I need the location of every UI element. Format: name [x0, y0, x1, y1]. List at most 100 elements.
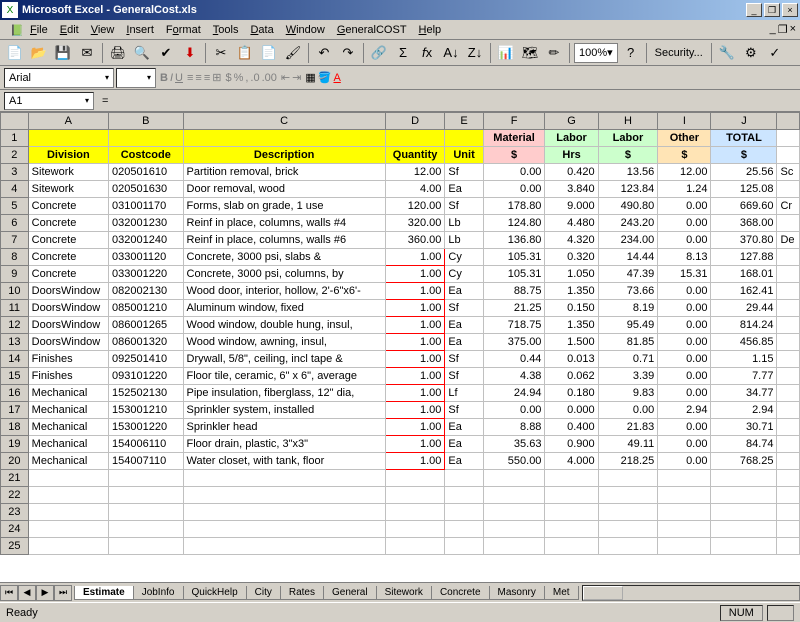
cell[interactable]: 456.85 [711, 334, 777, 351]
row-header[interactable]: 6 [1, 215, 29, 232]
cell[interactable]: De [777, 232, 800, 249]
cell[interactable]: Cy [445, 249, 483, 266]
cell[interactable]: Reinf in place, columns, walls #6 [183, 232, 385, 249]
percent-icon[interactable]: % [234, 72, 244, 84]
cell[interactable]: 35.63 [483, 436, 545, 453]
align-center-icon[interactable]: ≡ [195, 72, 201, 84]
cell[interactable]: 085001210 [109, 300, 184, 317]
cell[interactable] [658, 538, 711, 555]
header-cell[interactable]: Labor [598, 130, 658, 147]
cell[interactable]: Concrete [28, 249, 108, 266]
cell[interactable] [777, 538, 800, 555]
cell[interactable]: 0.00 [658, 453, 711, 470]
cell[interactable]: 0.00 [658, 436, 711, 453]
cell[interactable] [183, 521, 385, 538]
borders-icon[interactable]: ▦ [305, 71, 315, 84]
row-header[interactable]: 23 [1, 504, 29, 521]
cell[interactable]: 153001210 [109, 402, 184, 419]
cell[interactable] [777, 368, 800, 385]
cell[interactable] [598, 470, 658, 487]
sheet-tab[interactable]: Masonry [489, 586, 545, 600]
cell[interactable]: 718.75 [483, 317, 545, 334]
cell[interactable] [109, 538, 184, 555]
cell[interactable] [777, 215, 800, 232]
cell[interactable]: Forms, slab on grade, 1 use [183, 198, 385, 215]
cell[interactable]: 49.11 [598, 436, 658, 453]
header-cell[interactable]: Hrs [545, 147, 598, 164]
sort-desc-icon[interactable]: Z↓ [464, 42, 486, 64]
cell[interactable]: 020501630 [109, 181, 184, 198]
cell[interactable]: 168.01 [711, 266, 777, 283]
sort-asc-icon[interactable]: A↓ [440, 42, 462, 64]
cell[interactable]: 1.00 [385, 368, 445, 385]
cell[interactable]: Concrete [28, 266, 108, 283]
cell[interactable]: 9.000 [545, 198, 598, 215]
tool3-icon[interactable]: ✓ [764, 42, 786, 64]
row-header[interactable]: 25 [1, 538, 29, 555]
cell[interactable] [445, 504, 483, 521]
cell[interactable] [777, 351, 800, 368]
doc-close-button[interactable]: × [790, 23, 796, 36]
cell[interactable] [777, 470, 800, 487]
cell[interactable] [658, 470, 711, 487]
cell[interactable]: 105.31 [483, 249, 545, 266]
cell[interactable]: Wood window, awning, insul, [183, 334, 385, 351]
cell[interactable]: Mechanical [28, 436, 108, 453]
cell[interactable]: Reinf in place, columns, walls #4 [183, 215, 385, 232]
cell[interactable]: 218.25 [598, 453, 658, 470]
cell[interactable]: 0.00 [658, 351, 711, 368]
align-left-icon[interactable]: ≡ [187, 72, 193, 84]
cell[interactable]: Cy [445, 266, 483, 283]
cell[interactable]: 0.00 [658, 317, 711, 334]
row-header[interactable]: 15 [1, 368, 29, 385]
merge-icon[interactable]: ⊞ [212, 71, 221, 84]
cell[interactable]: 125.08 [711, 181, 777, 198]
header-cell[interactable]: $ [598, 147, 658, 164]
cell[interactable] [445, 470, 483, 487]
cell[interactable]: 0.320 [545, 249, 598, 266]
format-painter-icon[interactable]: 🖌 [282, 42, 304, 64]
cell[interactable]: Concrete, 3000 psi, columns, by [183, 266, 385, 283]
cell[interactable]: Lb [445, 215, 483, 232]
cell[interactable]: Mechanical [28, 419, 108, 436]
cell[interactable]: 0.00 [658, 198, 711, 215]
col-header[interactable]: G [545, 113, 598, 130]
header-cell[interactable] [777, 147, 800, 164]
tab-prev-button[interactable]: ◀ [18, 585, 36, 601]
row-header[interactable]: 14 [1, 351, 29, 368]
close-button[interactable]: × [782, 3, 798, 17]
cell[interactable]: 082002130 [109, 283, 184, 300]
cell[interactable]: Finishes [28, 351, 108, 368]
cell[interactable]: Mechanical [28, 385, 108, 402]
underline-icon[interactable]: U [175, 72, 183, 84]
cell[interactable]: 1.00 [385, 436, 445, 453]
col-header[interactable]: D [385, 113, 445, 130]
cell[interactable]: Cr [777, 198, 800, 215]
drawing-icon[interactable]: ✏ [543, 42, 565, 64]
col-header[interactable] [777, 113, 800, 130]
cell[interactable]: 814.24 [711, 317, 777, 334]
cell[interactable]: Ea [445, 436, 483, 453]
cell[interactable]: Aluminum window, fixed [183, 300, 385, 317]
cell[interactable]: 032001240 [109, 232, 184, 249]
open-icon[interactable]: 📂 [28, 42, 50, 64]
spreadsheet-grid[interactable]: ABCDEFGHIJ1MaterialLaborLaborOtherTOTAL2… [0, 112, 800, 582]
autosum-icon[interactable]: Σ [392, 42, 414, 64]
cell[interactable]: 092501410 [109, 351, 184, 368]
cell[interactable] [385, 504, 445, 521]
cell[interactable]: 24.94 [483, 385, 545, 402]
cell[interactable]: 0.180 [545, 385, 598, 402]
sheet-tab[interactable]: Estimate [74, 586, 134, 600]
cell[interactable]: 154006110 [109, 436, 184, 453]
cell[interactable] [109, 521, 184, 538]
cell[interactable]: Ea [445, 283, 483, 300]
row-header[interactable]: 22 [1, 487, 29, 504]
cell[interactable] [385, 487, 445, 504]
cell[interactable]: 12.00 [658, 164, 711, 181]
cell[interactable]: Partition removal, brick [183, 164, 385, 181]
row-header[interactable]: 13 [1, 334, 29, 351]
cell[interactable] [598, 521, 658, 538]
cell[interactable] [483, 538, 545, 555]
cell[interactable]: 1.00 [385, 385, 445, 402]
cell[interactable] [483, 504, 545, 521]
